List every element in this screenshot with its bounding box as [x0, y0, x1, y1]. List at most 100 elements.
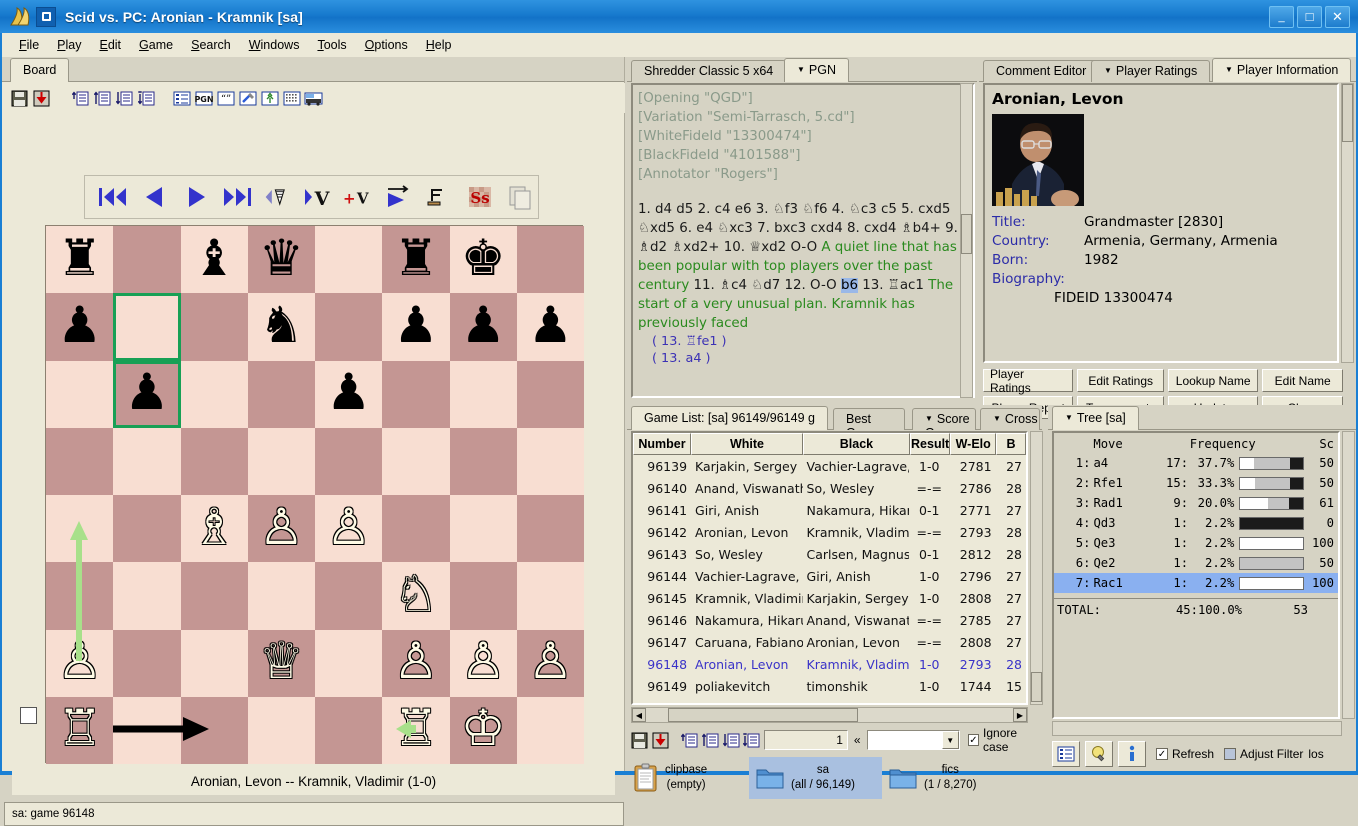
square-a8[interactable]: ♜ [46, 226, 113, 293]
board-marker-box[interactable] [20, 707, 37, 724]
square-a4[interactable] [46, 495, 113, 562]
table-row[interactable]: 96146Nakamura, HikaruAnand, Viswanath=-=… [633, 609, 1026, 631]
piece-p[interactable]: ♟ [528, 300, 573, 350]
tab-best-games[interactable]: Best Games [833, 408, 905, 430]
go-end-button[interactable] [221, 182, 253, 212]
square-e1[interactable] [315, 697, 382, 764]
square-b3[interactable] [113, 562, 180, 629]
square-g3[interactable] [450, 562, 517, 629]
gamelist-icon[interactable] [172, 89, 191, 108]
checkbox-box[interactable]: ✓ [1156, 748, 1168, 760]
square-a2[interactable]: ♙ [46, 630, 113, 697]
square-d3[interactable] [248, 562, 315, 629]
search-combo[interactable]: ▼ [867, 730, 960, 750]
tab-crosstable[interactable]: ▼Cross [980, 408, 1040, 430]
tree-row[interactable]: 3:Rad19:20.0%61 [1054, 493, 1338, 513]
square-h4[interactable] [517, 495, 584, 562]
col-white[interactable]: White [691, 433, 803, 455]
prev-icon[interactable] [702, 731, 720, 750]
pgn-scroll-thumb[interactable] [961, 214, 972, 254]
square-a7[interactable]: ♟ [46, 293, 113, 360]
square-e3[interactable] [315, 562, 382, 629]
square-d2[interactable]: ♕ [248, 630, 315, 697]
pgn-text-area[interactable]: [Opening "QGD"] [Variation "Semi-Tarrasc… [631, 83, 975, 398]
go-prev-button[interactable] [139, 182, 170, 212]
col-black[interactable]: Black [803, 433, 910, 455]
tab-player-ratings[interactable]: ▼Player Ratings [1091, 60, 1210, 82]
piece-P[interactable]: ♙ [528, 636, 573, 686]
piece-p[interactable]: ♟ [326, 367, 371, 417]
square-h3[interactable] [517, 562, 584, 629]
tree-row[interactable]: 6:Qe21:2.2%50 [1054, 553, 1338, 573]
tree-row[interactable]: 2:Rfe115:33.3%50 [1054, 473, 1338, 493]
menu-help[interactable]: Help [417, 35, 461, 55]
edit-ratings-button[interactable]: Edit Ratings [1077, 369, 1164, 392]
pgn-variation[interactable]: ( 13. a4 ) [652, 350, 968, 367]
pgn-selected-move[interactable]: b6 [841, 278, 858, 293]
pgn-variation[interactable]: ( 13. ♖fe1 ) [652, 333, 968, 350]
table-row[interactable]: 96148Aronian, LevonKramnik, Vladimir1-02… [633, 653, 1026, 675]
square-e8[interactable] [315, 226, 382, 293]
piece-p[interactable]: ♟ [461, 300, 506, 350]
tab-game-list[interactable]: Game List: [sa] 96149/96149 g [631, 406, 828, 430]
col-result[interactable]: Result [910, 433, 950, 455]
square-e5[interactable] [315, 428, 382, 495]
piece-p[interactable]: ♟ [124, 367, 169, 417]
tree-icon[interactable] [260, 89, 279, 108]
first-icon[interactable] [681, 731, 699, 750]
square-h6[interactable] [517, 361, 584, 428]
piece-p[interactable]: ♟ [57, 300, 102, 350]
pgn-icon[interactable]: PGN [194, 89, 213, 108]
square-e7[interactable] [315, 293, 382, 360]
square-d5[interactable] [248, 428, 315, 495]
add-variation-button[interactable]: +V [343, 182, 373, 212]
add-variation-icon[interactable] [71, 89, 90, 108]
col-belo[interactable]: B [996, 433, 1026, 455]
table-row[interactable]: 96141Giri, AnishNakamura, Hikaru0-127712… [633, 499, 1026, 521]
square-d4[interactable]: ♙ [248, 495, 315, 562]
chevron-down-icon[interactable]: ▼ [942, 731, 959, 749]
tree-row[interactable]: 4:Qd31:2.2%0 [1054, 513, 1338, 533]
square-h8[interactable] [517, 226, 584, 293]
refresh-checkbox[interactable]: ✓ Refresh [1156, 747, 1214, 761]
square-c8[interactable]: ♝ [181, 226, 248, 293]
base-fics[interactable]: fics (1 / 8,270) [882, 757, 1002, 799]
save-icon[interactable] [10, 89, 29, 108]
info-icon[interactable] [1118, 741, 1146, 767]
square-d1[interactable] [248, 697, 315, 764]
menu-windows[interactable]: Windows [240, 35, 309, 55]
scroll-right-icon[interactable]: ▶ [1013, 708, 1027, 722]
square-g2[interactable]: ♙ [450, 630, 517, 697]
player-info-scrollbar[interactable] [1341, 83, 1354, 363]
square-b1[interactable] [113, 697, 180, 764]
square-b4[interactable] [113, 495, 180, 562]
table-row[interactable]: 96143So, WesleyCarlsen, Magnus0-1281228 [633, 543, 1026, 565]
analysis-button[interactable]: Ss [466, 182, 497, 212]
square-b6[interactable]: ♟ [113, 361, 180, 428]
square-c2[interactable] [181, 630, 248, 697]
menu-tools[interactable]: Tools [308, 35, 355, 55]
demote-variation-icon[interactable] [115, 89, 134, 108]
tab-shredder-engine[interactable]: Shredder Classic 5 x64 [631, 60, 786, 82]
autoplay-button[interactable] [383, 182, 414, 212]
maximize-button[interactable]: □ [1297, 6, 1322, 28]
player-ratings-button[interactable]: Player Ratings [983, 369, 1073, 392]
flip-board-button[interactable] [425, 182, 456, 212]
piece-R[interactable]: ♖ [393, 703, 438, 753]
game-list-hscroll-thumb[interactable] [668, 708, 858, 722]
piece-q[interactable]: ♛ [259, 233, 304, 283]
table-row[interactable]: 96145Kramnik, VladimirKarjakin, Sergey1-… [633, 587, 1026, 609]
menu-search[interactable]: Search [182, 35, 240, 55]
search-back-icon[interactable]: « [851, 733, 864, 747]
menu-play[interactable]: Play [48, 35, 90, 55]
close-button[interactable]: ✕ [1325, 6, 1350, 28]
base-sa[interactable]: sa (all / 96,149) [749, 757, 882, 799]
square-c7[interactable] [181, 293, 248, 360]
piece-n[interactable]: ♞ [259, 300, 304, 350]
square-a1[interactable]: ♖ [46, 697, 113, 764]
piece-b[interactable]: ♝ [192, 233, 237, 283]
square-f7[interactable]: ♟ [382, 293, 449, 360]
piece-P[interactable]: ♙ [326, 502, 371, 552]
square-h2[interactable]: ♙ [517, 630, 584, 697]
square-f1[interactable]: ♖ [382, 697, 449, 764]
